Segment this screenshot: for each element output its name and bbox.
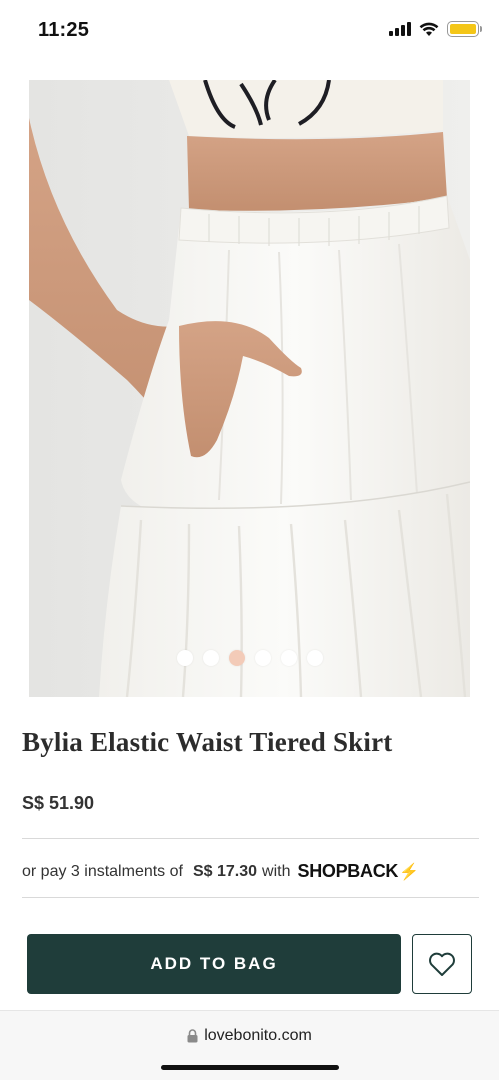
status-bar: 11:25 (0, 0, 499, 62)
shopback-brand: SHOPBACK (297, 861, 399, 881)
skirt-photo (29, 80, 470, 697)
carousel-dot-active[interactable] (228, 650, 245, 666)
installment-middle: with (262, 862, 291, 880)
browser-url-bar[interactable]: lovebonito.com (0, 1010, 499, 1080)
shopback-logo[interactable]: SHOPBACK ⚡ (297, 861, 419, 882)
lightning-bolt-icon: ⚡ (399, 863, 419, 881)
divider (22, 838, 479, 839)
installment-info: or pay 3 instalments of S$ 17.30 with SH… (22, 861, 419, 882)
carousel-dot[interactable] (280, 650, 297, 666)
url-text: lovebonito.com (204, 1027, 312, 1044)
product-price: S$ 51.90 (22, 793, 95, 813)
installment-prefix: or pay 3 instalments of (22, 862, 183, 880)
add-to-bag-button[interactable]: ADD TO BAG (27, 934, 401, 994)
home-indicator[interactable] (161, 1065, 339, 1070)
url-display[interactable]: lovebonito.com (0, 1027, 499, 1045)
product-image[interactable] (29, 80, 470, 697)
lock-icon (187, 1029, 198, 1043)
carousel-dot[interactable] (254, 650, 271, 666)
wishlist-button[interactable] (412, 934, 472, 994)
status-icons (389, 21, 482, 37)
battery-icon (447, 21, 482, 37)
status-time: 11:25 (38, 19, 90, 41)
carousel-dots (29, 650, 470, 666)
cellular-signal-icon (389, 22, 411, 36)
carousel-dot[interactable] (176, 650, 193, 666)
carousel-dot[interactable] (202, 650, 219, 666)
carousel-dot[interactable] (306, 650, 323, 666)
installment-amount: S$ 17.30 (192, 862, 258, 880)
product-title: Bylia Elastic Waist Tiered Skirt (22, 727, 393, 757)
heart-icon (429, 952, 455, 976)
wifi-icon (419, 22, 439, 36)
divider (22, 897, 479, 898)
